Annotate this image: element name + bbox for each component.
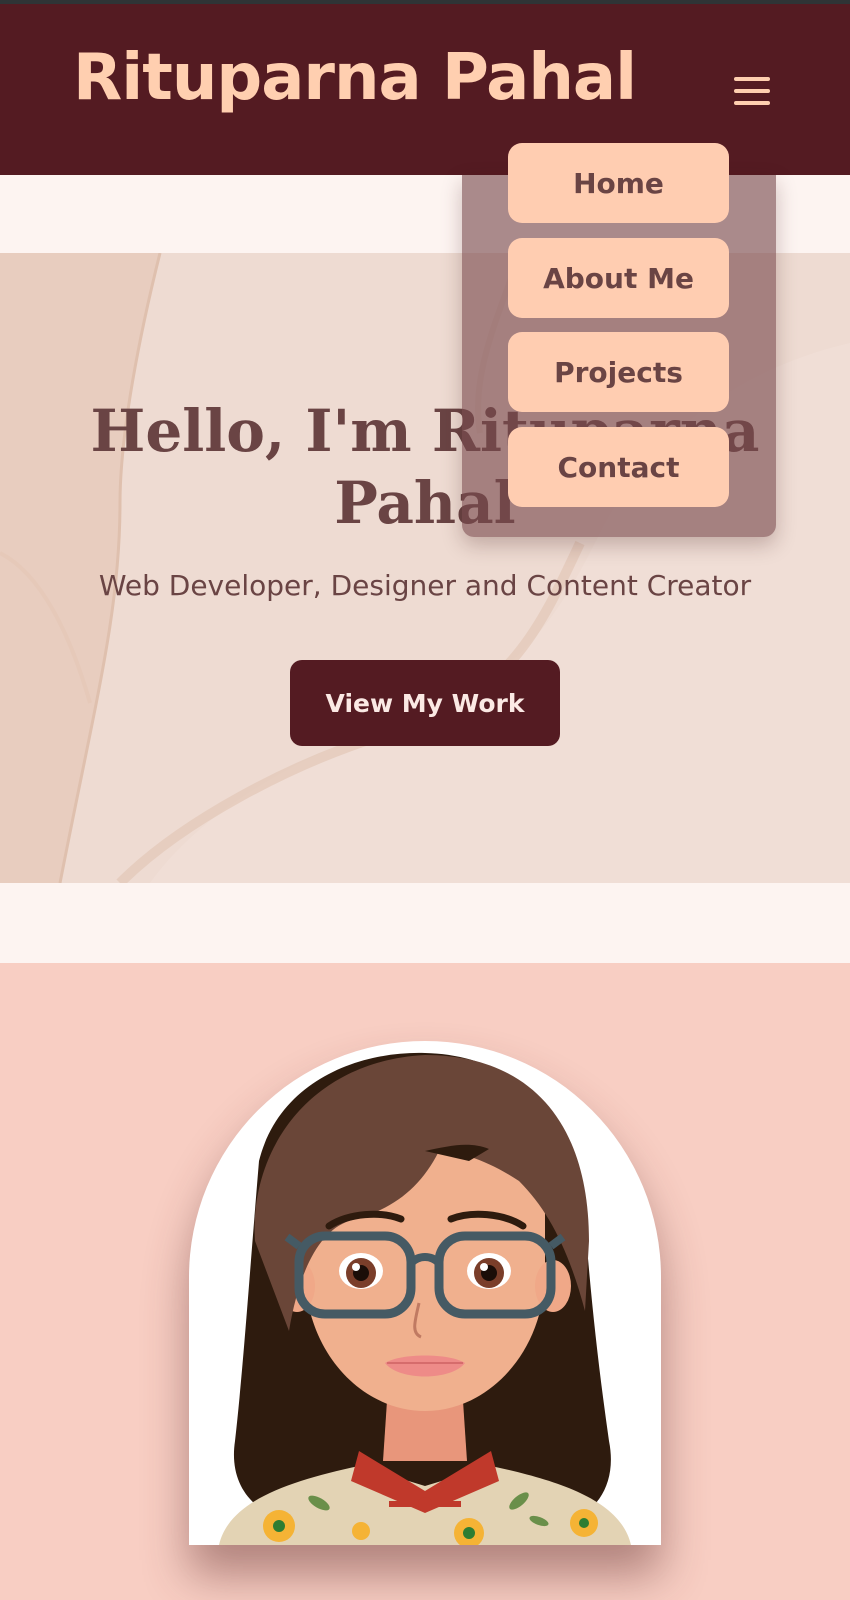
portrait-card	[189, 1041, 661, 1545]
cartoon-avatar-image	[219, 1052, 631, 1545]
about-section	[0, 963, 850, 1600]
section-spacer	[0, 883, 850, 963]
nav-about-me-button[interactable]: About Me	[508, 238, 729, 318]
view-my-work-button[interactable]: View My Work	[290, 660, 560, 746]
nav-home-button[interactable]: Home	[508, 143, 729, 223]
nav-projects-button[interactable]: Projects	[508, 332, 729, 412]
site-brand[interactable]: Rituparna Pahal	[73, 46, 637, 110]
nav-contact-button[interactable]: Contact	[508, 427, 729, 507]
hamburger-menu-icon[interactable]	[734, 76, 770, 106]
menu-line	[734, 77, 770, 81]
hero-subtitle: Web Developer, Designer and Content Crea…	[98, 569, 752, 602]
menu-line	[734, 101, 770, 105]
menu-line	[734, 89, 770, 93]
